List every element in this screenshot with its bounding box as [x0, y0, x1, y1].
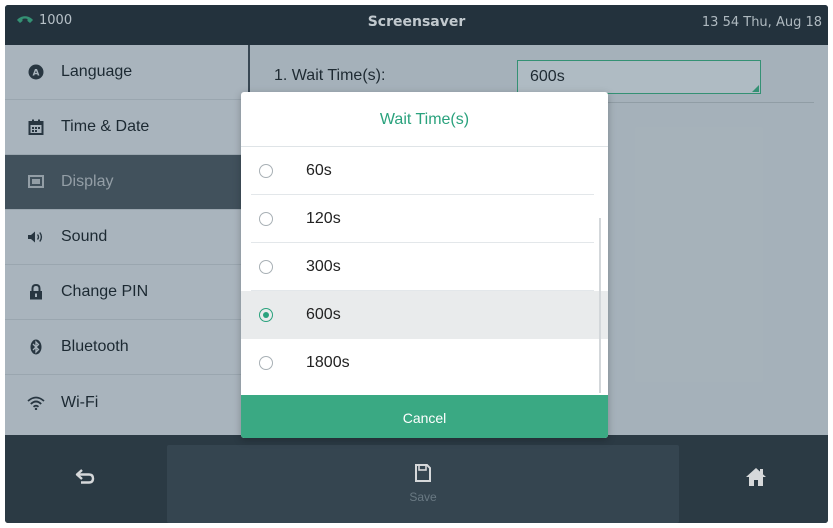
- option-label: 300s: [306, 258, 341, 275]
- phone-screen: 1000 Screensaver 13 54 Thu, Aug 18 A Lan…: [5, 5, 828, 523]
- option-60s[interactable]: 60s: [241, 147, 608, 195]
- radio-selected-icon: [259, 308, 273, 322]
- option-label: 60s: [306, 162, 332, 179]
- radio-icon: [259, 164, 273, 178]
- radio-icon: [259, 212, 273, 226]
- dialog-scrollbar[interactable]: [599, 218, 601, 393]
- radio-icon: [259, 356, 273, 370]
- dialog-title: Wait Time(s): [241, 92, 608, 147]
- cancel-button[interactable]: Cancel: [241, 395, 608, 438]
- option-600s[interactable]: 600s: [241, 291, 608, 339]
- radio-icon: [259, 260, 273, 274]
- option-120s[interactable]: 120s: [241, 195, 608, 243]
- option-label: 600s: [306, 306, 341, 323]
- option-300s[interactable]: 300s: [241, 243, 608, 291]
- option-label: 1800s: [306, 354, 350, 371]
- option-1800s[interactable]: 1800s: [241, 339, 608, 387]
- wait-time-dialog: Wait Time(s) 60s 120s 300s 600s 1800s Ca…: [241, 92, 608, 438]
- option-label: 120s: [306, 210, 341, 227]
